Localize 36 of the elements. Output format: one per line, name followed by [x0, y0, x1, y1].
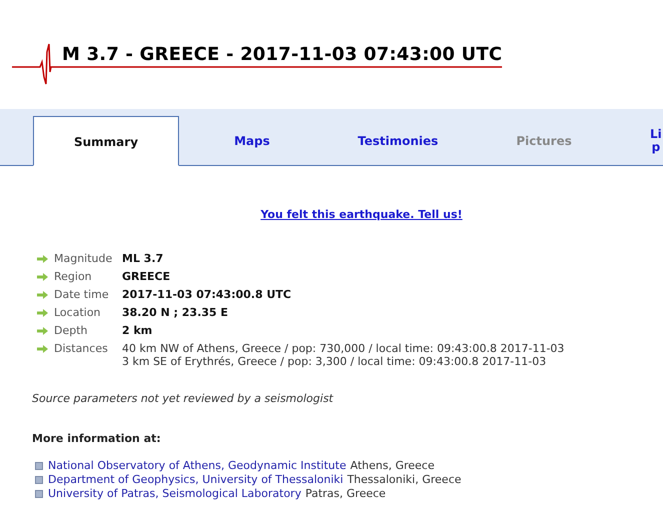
- detail-label: Location: [54, 306, 102, 319]
- detail-value: 38.20 N ; 23.35 E: [122, 306, 228, 319]
- detail-value: ML 3.7: [122, 252, 164, 265]
- bullet-icon: [35, 462, 43, 470]
- bullet-icon: [35, 490, 43, 498]
- arrow-icon: [37, 327, 48, 335]
- tab[interactable]: Testimonies: [325, 116, 471, 166]
- detail-label: Depth: [54, 324, 89, 337]
- detail-label: Date time: [54, 288, 110, 301]
- arrow-icon: [37, 255, 48, 263]
- bullet-icon: [35, 476, 43, 484]
- detail-value: 2017-11-03 07:43:00.8 UTC: [122, 288, 292, 301]
- detail-value: GREECE: [122, 270, 170, 283]
- arrow-icon: [37, 309, 48, 317]
- tab[interactable]: Li p: [617, 116, 663, 166]
- institute-link[interactable]: National Observatory of Athens, Geodynamic Institute: [48, 459, 346, 473]
- detail-value: 40 km NW of Athens, Greece / pop: 730,000 / local time: 09:43:00.8 2017-11-03: [122, 342, 564, 355]
- felt-report-link[interactable]: You felt this earthquake. Tell us!: [260, 208, 462, 221]
- detail-label: Magnitude: [54, 252, 114, 265]
- institute-link[interactable]: University of Patras, Seismological Laboratory: [48, 487, 302, 501]
- tab[interactable]: Summary: [33, 116, 179, 166]
- more-info-heading: More information at:: [32, 432, 162, 445]
- institute-location: Athens, Greece: [350, 459, 434, 473]
- institute-link[interactable]: Department of Geophysics, University of Thessaloniki: [48, 473, 344, 487]
- institute-location: Patras, Greece: [305, 487, 386, 501]
- tab[interactable]: Maps: [179, 116, 325, 166]
- review-note: Source parameters not yet reviewed by a seismologist: [32, 392, 334, 405]
- detail-label: Region: [54, 270, 93, 283]
- detail-value: 2 km: [122, 324, 152, 337]
- page-title: M 3.7 - GREECE - 2017-11-03 07:43:00 UTC: [62, 44, 502, 65]
- arrow-icon: [37, 291, 48, 299]
- arrow-icon: [37, 345, 48, 353]
- institute-location: Thessaloniki, Greece: [347, 473, 462, 487]
- detail-label: Distances: [54, 342, 109, 355]
- detail-value: 3 km SE of Erythrés, Greece / pop: 3,300 / local time: 09:43:00.8 2017-11-03: [122, 355, 548, 368]
- arrow-icon: [37, 273, 48, 281]
